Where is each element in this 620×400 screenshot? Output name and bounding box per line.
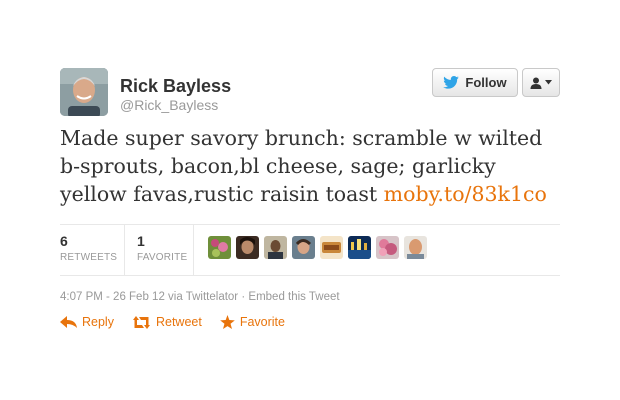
timestamp[interactable]: 4:07 PM - 26 Feb 12	[60, 291, 165, 303]
retweets-label: RETWEETS	[60, 252, 118, 263]
user-icon	[530, 77, 542, 89]
retweets-stat[interactable]: 6 RETWEETS	[60, 233, 117, 263]
engager-avatar[interactable]	[236, 236, 259, 259]
twitter-bird-icon	[443, 76, 460, 89]
reply-label: Reply	[82, 315, 114, 329]
follow-button[interactable]: Follow	[432, 68, 518, 97]
author-name[interactable]: Rick Bayless	[120, 76, 231, 97]
follow-label: Follow	[465, 75, 507, 90]
stats-divider	[193, 225, 194, 275]
favorite-label: Favorite	[239, 315, 285, 329]
engager-avatar[interactable]	[208, 236, 231, 259]
engager-avatar[interactable]	[292, 236, 315, 259]
reply-button[interactable]: Reply	[60, 315, 114, 329]
star-icon	[220, 315, 235, 329]
engager-avatar[interactable]	[264, 236, 287, 259]
reply-icon	[60, 316, 77, 328]
embed-tweet-link[interactable]: Embed this Tweet	[248, 291, 339, 303]
engager-avatar[interactable]	[404, 236, 427, 259]
tweet-actions: Reply Retweet Favorite	[60, 315, 560, 329]
caret-down-icon	[545, 80, 552, 85]
engager-avatar[interactable]	[320, 236, 343, 259]
tweet-link[interactable]: moby.to/83k1co	[384, 182, 547, 206]
engager-avatar[interactable]	[348, 236, 371, 259]
tweet-card: Rick Bayless @Rick_Bayless Follow Made s…	[60, 64, 560, 329]
retweet-button[interactable]: Retweet	[132, 315, 202, 329]
tweet-meta: 4:07 PM - 26 Feb 12 via Twittelator · Em…	[60, 291, 560, 303]
engager-avatars	[208, 236, 427, 259]
retweet-label: Retweet	[155, 315, 202, 329]
favorites-label: FAVORITE	[137, 252, 188, 263]
author-handle[interactable]: @Rick_Bayless	[120, 97, 218, 113]
avatar-image	[60, 68, 108, 116]
tweet-stats: 6 RETWEETS 1 FAVORITE	[60, 224, 560, 276]
favorite-button[interactable]: Favorite	[220, 315, 285, 329]
via-client: via Twittelator	[168, 291, 239, 303]
favorites-count: 1	[137, 233, 145, 249]
retweets-count: 6	[60, 233, 68, 249]
favorites-stat[interactable]: 1 FAVORITE	[137, 233, 187, 263]
retweet-icon	[132, 315, 150, 329]
engager-avatar[interactable]	[376, 236, 399, 259]
user-menu-button[interactable]	[522, 68, 560, 97]
avatar[interactable]	[60, 68, 108, 116]
tweet-text: Made super savory brunch: scramble w wil…	[60, 124, 560, 208]
tweet-header: Rick Bayless @Rick_Bayless Follow	[60, 64, 560, 116]
meta-separator: ·	[241, 291, 246, 303]
stats-divider	[124, 225, 125, 275]
